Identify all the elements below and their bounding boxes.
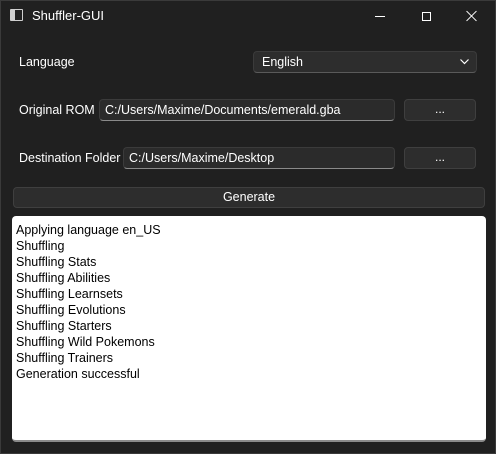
original-rom-input[interactable]: C:/Users/Maxime/Documents/emerald.gba (99, 99, 395, 121)
browse-rom-button[interactable]: ... (404, 99, 476, 121)
language-select[interactable]: English (253, 51, 477, 73)
close-button[interactable] (449, 1, 495, 31)
app-window: Shuffler-GUI Language English Original R… (0, 0, 496, 454)
log-line: Shuffling (16, 239, 65, 253)
close-icon (466, 10, 478, 22)
title-bar[interactable]: Shuffler-GUI (1, 1, 495, 31)
original-rom-value: C:/Users/Maxime/Documents/emerald.gba (105, 103, 341, 117)
log-line: Shuffling Evolutions (16, 303, 126, 317)
minimize-icon (375, 15, 385, 17)
chevron-down-icon (460, 59, 469, 65)
destination-folder-input[interactable]: C:/Users/Maxime/Desktop (123, 147, 395, 169)
log-line: Generation successful (16, 367, 140, 381)
log-line: Shuffling Abilities (16, 271, 111, 285)
window-title: Shuffler-GUI (32, 8, 105, 23)
output-log[interactable]: Applying language en_US Shuffling Shuffl… (12, 216, 486, 442)
generate-button[interactable]: Generate (13, 187, 485, 208)
destination-folder-value: C:/Users/Maxime/Desktop (129, 151, 275, 165)
minimize-button[interactable] (357, 1, 403, 31)
log-line: Shuffling Learnsets (16, 287, 123, 301)
original-rom-label: Original ROM (19, 103, 95, 117)
browse-destination-button[interactable]: ... (404, 147, 476, 169)
log-line: Shuffling Wild Pokemons (16, 335, 155, 349)
log-line: Shuffling Starters (16, 319, 112, 333)
language-select-value: English (262, 55, 303, 69)
destination-folder-label: Destination Folder (19, 151, 121, 165)
log-line: Shuffling Trainers (16, 351, 114, 365)
log-line: Shuffling Stats (16, 255, 97, 269)
maximize-button[interactable] (403, 1, 449, 31)
maximize-icon (421, 11, 431, 21)
app-window-icon (10, 9, 23, 21)
language-label: Language (19, 55, 75, 69)
log-line: Applying language en_US (16, 223, 161, 237)
